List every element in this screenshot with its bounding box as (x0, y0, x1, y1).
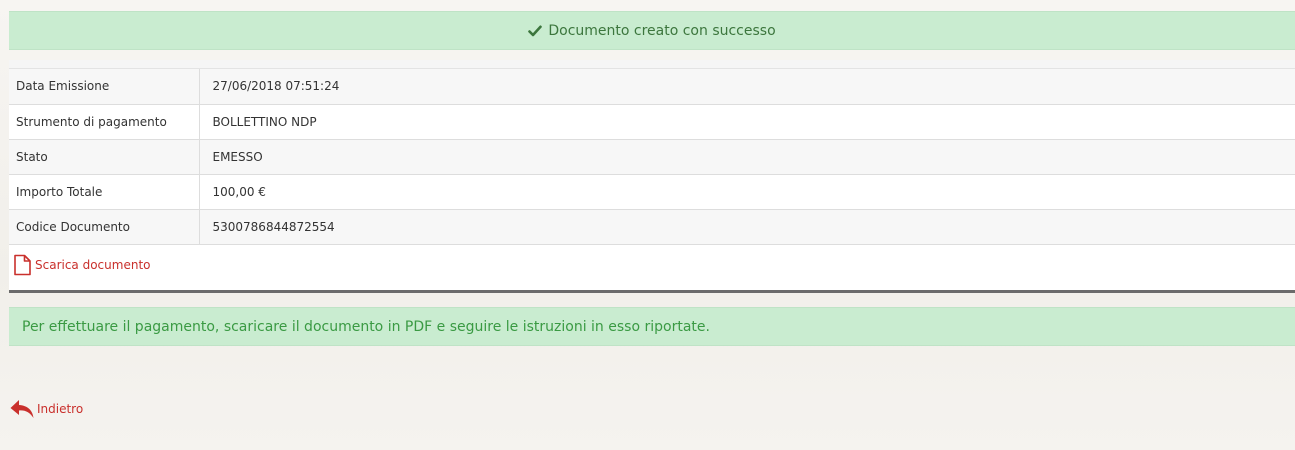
detail-value-strumento: BOLLETTINO NDP (199, 104, 1295, 140)
panel-header-strip (9, 60, 1295, 69)
table-row: Importo Totale 100,00 € (9, 174, 1295, 210)
back-link-label: Indietro (37, 402, 84, 416)
detail-value-data-emissione: 27/06/2018 07:51:24 (199, 69, 1295, 105)
payment-instructions: Per effettuare il pagamento, scaricare i… (9, 307, 1295, 346)
check-icon (528, 25, 543, 37)
payment-instructions-text: Per effettuare il pagamento, scaricare i… (22, 318, 710, 335)
document-details-panel: Data Emissione 27/06/2018 07:51:24 Strum… (9, 60, 1295, 293)
detail-value-codice: 5300786844872554 (199, 209, 1295, 245)
download-document-link[interactable]: Scarica documento (9, 245, 1295, 286)
detail-label-data-emissione: Data Emissione (9, 69, 200, 105)
detail-label-codice: Codice Documento (9, 209, 200, 245)
detail-value-importo: 100,00 € (199, 174, 1295, 210)
file-icon (13, 254, 32, 276)
table-row: Strumento di pagamento BOLLETTINO NDP (9, 104, 1295, 140)
detail-label-stato: Stato (9, 139, 200, 175)
table-row: Codice Documento 5300786844872554 (9, 209, 1295, 245)
success-banner: Documento creato con successo (9, 11, 1295, 50)
table-row: Data Emissione 27/06/2018 07:51:24 (9, 69, 1295, 105)
success-message: Documento creato con successo (548, 22, 776, 39)
detail-label-strumento: Strumento di pagamento (9, 104, 200, 140)
detail-value-stato: EMESSO (199, 139, 1295, 175)
download-document-label: Scarica documento (35, 258, 151, 272)
table-row: Stato EMESSO (9, 139, 1295, 175)
detail-label-importo: Importo Totale (9, 174, 200, 210)
page: Documento creato con successo Data Emiss… (0, 0, 1295, 450)
reply-arrow-icon (9, 398, 35, 420)
document-details-table: Data Emissione 27/06/2018 07:51:24 Strum… (9, 69, 1295, 245)
back-link[interactable]: Indietro (9, 398, 83, 420)
